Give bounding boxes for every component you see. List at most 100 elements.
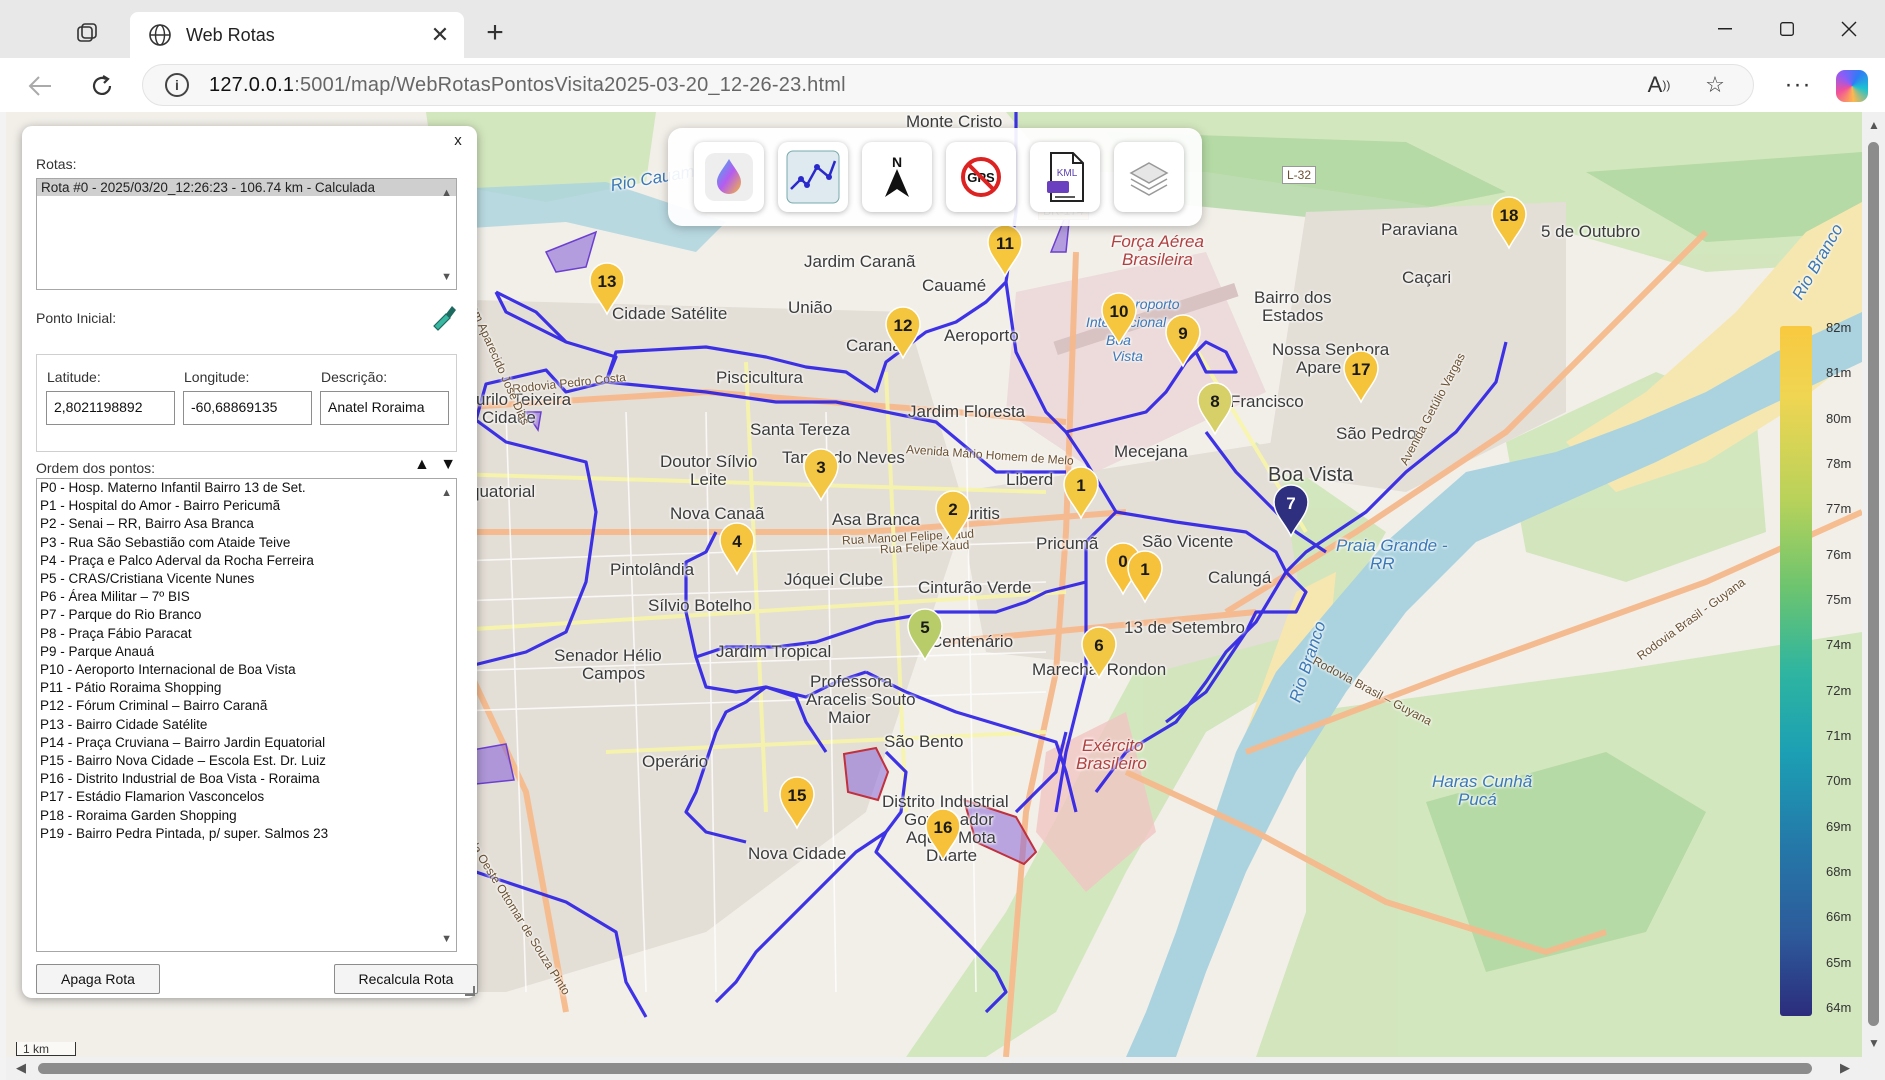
route-marker[interactable]: 12: [884, 304, 922, 360]
point-item[interactable]: P3 - Rua São Sebastião com Ataide Teive: [37, 534, 456, 552]
scroll-up-arrow[interactable]: ▲: [441, 187, 452, 199]
pick-point-icon[interactable]: [428, 302, 458, 332]
route-marker[interactable]: 2: [934, 488, 972, 544]
scroll-down-arrow[interactable]: ▼: [441, 933, 452, 945]
point-item[interactable]: P12 - Fórum Criminal – Bairro Caranã: [37, 697, 456, 715]
svg-text:KML: KML: [1057, 168, 1078, 179]
route-marker[interactable]: 8: [1196, 380, 1234, 436]
scroll-up-arrow[interactable]: ▲: [441, 487, 452, 499]
route-marker[interactable]: 1: [1126, 548, 1164, 604]
panel-resize-grip[interactable]: [465, 986, 475, 996]
marker-label: 4: [732, 532, 742, 551]
point-item[interactable]: P18 - Roraima Garden Shopping: [37, 807, 456, 825]
longitude-field[interactable]: -60,68869135: [183, 391, 312, 425]
route-marker[interactable]: 15: [778, 774, 816, 830]
point-item[interactable]: P6 - Área Militar – 7º BIS: [37, 588, 456, 606]
read-aloud-icon[interactable]: A)): [1641, 67, 1677, 103]
route-marker[interactable]: 17: [1342, 348, 1380, 404]
marker-label: 6: [1094, 636, 1104, 655]
marker-label: 1: [1076, 476, 1086, 495]
route-marker[interactable]: 9: [1164, 312, 1202, 368]
route-marker[interactable]: 11: [986, 222, 1024, 278]
latitude-label: Latitude:: [47, 369, 101, 385]
legend-tick: 77m: [1826, 501, 1852, 517]
map-viewport[interactable]: Monte Cristo Força Aérea Brasileira Para…: [6, 112, 1885, 1080]
globe-icon: [149, 24, 171, 46]
descricao-field[interactable]: Anatel Roraima: [320, 391, 449, 425]
point-item[interactable]: P7 - Parque do Rio Branco: [37, 606, 456, 624]
point-item[interactable]: P1 - Hospital do Amor - Bairro Pericumã: [37, 497, 456, 515]
point-item[interactable]: P0 - Hosp. Materno Infantil Bairro 13 de…: [37, 479, 456, 497]
point-item[interactable]: P17 - Estádio Flamarion Vasconcelos: [37, 788, 456, 806]
route-marker[interactable]: 18: [1490, 194, 1528, 250]
scroll-down-arrow[interactable]: ▼: [441, 271, 452, 283]
points-listbox[interactable]: P0 - Hosp. Materno Infantil Bairro 13 de…: [36, 478, 457, 952]
close-window-button[interactable]: [1824, 10, 1874, 48]
new-tab-button[interactable]: +: [478, 16, 512, 50]
route-marker[interactable]: 4: [718, 520, 756, 576]
browser-tab[interactable]: Web Rotas ✕: [130, 12, 464, 58]
latitude-field[interactable]: 2,8021198892: [46, 391, 175, 425]
point-item[interactable]: P19 - Bairro Pedra Pintada, p/ super. Sa…: [37, 825, 456, 843]
point-item[interactable]: P8 - Praça Fábio Paracat: [37, 625, 456, 643]
order-arrows: ▲ ▼: [414, 456, 456, 474]
apaga-rota-button[interactable]: Apaga Rota: [36, 964, 160, 994]
refresh-button[interactable]: [82, 66, 122, 106]
layers-button[interactable]: [1114, 142, 1184, 212]
point-item[interactable]: P15 - Bairro Nova Cidade – Escola Est. D…: [37, 752, 456, 770]
minimize-button[interactable]: [1700, 10, 1750, 48]
favorite-star-icon[interactable]: ☆: [1697, 67, 1733, 103]
point-item[interactable]: P9 - Parque Anauá: [37, 643, 456, 661]
gps-off-button[interactable]: GPS: [946, 142, 1016, 212]
kml-export-button[interactable]: KML: [1030, 142, 1100, 212]
tab-actions-icon[interactable]: [72, 20, 102, 46]
recalcula-rota-button[interactable]: Recalcula Rota: [334, 964, 478, 994]
route-item[interactable]: Rota #0 - 2025/03/20_12:26:23 - 106.74 k…: [37, 179, 456, 196]
route-marker[interactable]: 5: [906, 606, 944, 662]
address-bar[interactable]: i 127.0.0.1:5001/map/WebRotasPontosVisit…: [142, 64, 1754, 106]
back-button[interactable]: [20, 66, 60, 106]
scroll-right-arrow[interactable]: ▶: [1840, 1060, 1850, 1076]
route-marker[interactable]: 7: [1272, 482, 1310, 538]
scrollbar-thumb[interactable]: [38, 1063, 1812, 1074]
scrollbar-thumb[interactable]: [1868, 142, 1879, 1026]
routes-listbox[interactable]: Rota #0 - 2025/03/20_12:26:23 - 106.74 k…: [36, 178, 457, 290]
legend-tick: 71m: [1826, 728, 1852, 743]
maximize-button[interactable]: [1762, 10, 1812, 48]
route-map-button[interactable]: [778, 142, 848, 212]
close-panel-button[interactable]: x: [449, 132, 467, 150]
legend-tick: 64m: [1826, 1000, 1852, 1015]
site-info-icon[interactable]: i: [165, 73, 189, 97]
point-item[interactable]: P4 - Praça e Palco Aderval da Rocha Ferr…: [37, 552, 456, 570]
scroll-left-arrow[interactable]: ◀: [16, 1060, 26, 1076]
north-arrow-button[interactable]: N: [862, 142, 932, 212]
north-arrow-icon: N: [885, 154, 909, 197]
horizontal-scrollbar[interactable]: ◀ ▶: [6, 1057, 1885, 1080]
vertical-scrollbar[interactable]: ▲ ▼: [1862, 112, 1885, 1057]
copilot-icon[interactable]: [1836, 70, 1868, 102]
scroll-up-arrow[interactable]: ▲: [1868, 118, 1880, 132]
legend-tick: 74m: [1826, 637, 1852, 653]
point-item[interactable]: P10 - Aeroporto Internacional de Boa Vis…: [37, 661, 456, 679]
route-marker[interactable]: 13: [588, 260, 626, 316]
move-down-icon[interactable]: ▼: [440, 456, 456, 473]
route-marker[interactable]: 16: [924, 806, 962, 862]
route-marker[interactable]: 1: [1062, 464, 1100, 520]
close-tab-icon[interactable]: ✕: [426, 21, 454, 49]
scroll-down-arrow[interactable]: ▼: [1868, 1036, 1880, 1050]
point-item[interactable]: P13 - Bairro Cidade Satélite: [37, 716, 456, 734]
route-marker[interactable]: 3: [802, 446, 840, 502]
legend-tick: 81m: [1826, 365, 1852, 381]
point-item[interactable]: P2 - Senai – RR, Bairro Asa Branca: [37, 515, 456, 533]
elevation-drop-button[interactable]: [694, 142, 764, 212]
point-item[interactable]: P14 - Praça Cruviana – Bairro Jardin Equ…: [37, 734, 456, 752]
url-text[interactable]: 127.0.0.1:5001/map/WebRotasPontosVisita2…: [209, 74, 1641, 97]
tab-title: Web Rotas: [186, 24, 275, 45]
more-options-icon[interactable]: ···: [1778, 68, 1818, 102]
point-item[interactable]: P5 - CRAS/Cristiana Vicente Nunes: [37, 570, 456, 588]
point-item[interactable]: P11 - Pátio Roraima Shopping: [37, 679, 456, 697]
route-marker[interactable]: 10: [1100, 290, 1138, 346]
point-item[interactable]: P16 - Distrito Industrial de Boa Vista -…: [37, 770, 456, 788]
move-up-icon[interactable]: ▲: [414, 456, 430, 473]
route-marker[interactable]: 6: [1080, 624, 1118, 680]
